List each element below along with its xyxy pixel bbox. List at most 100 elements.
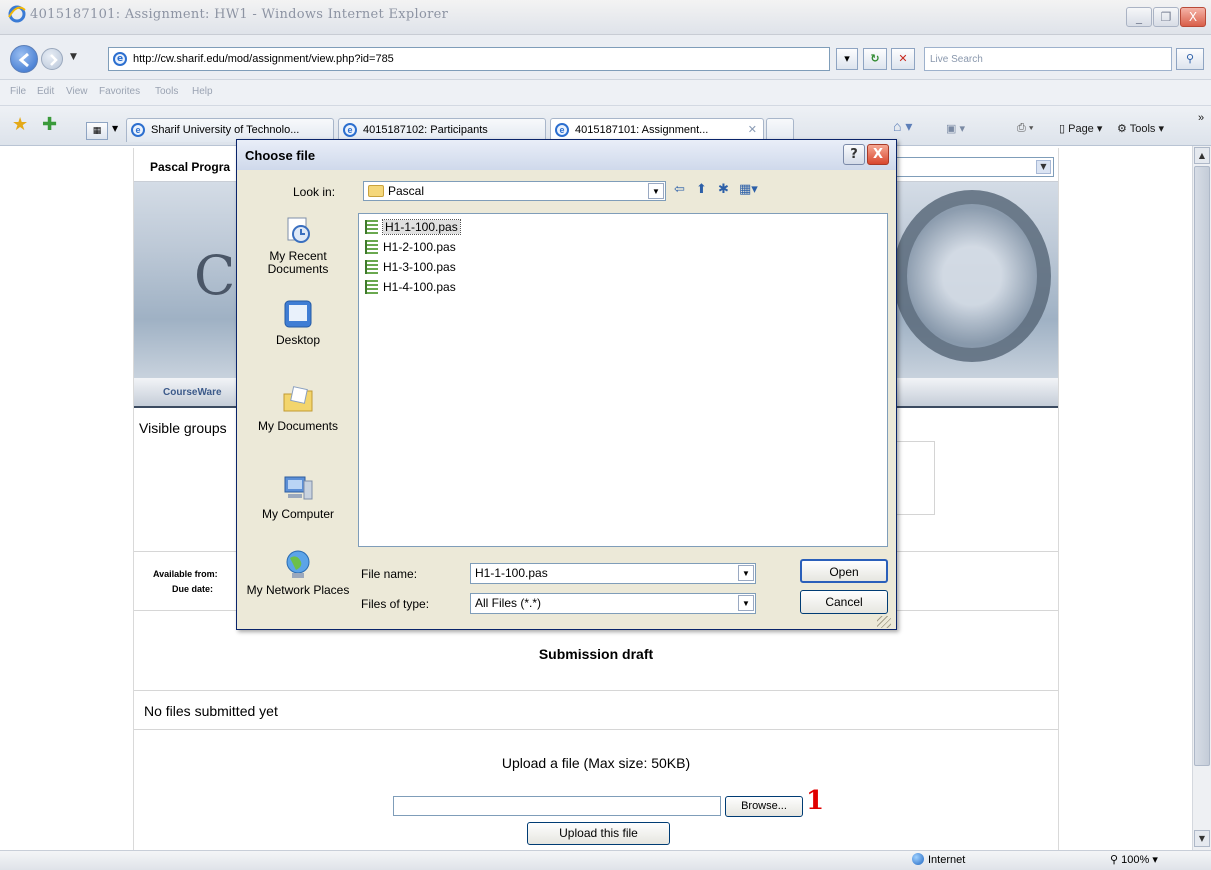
- minimize-button[interactable]: _: [1126, 7, 1152, 27]
- browse-button[interactable]: Browse...: [725, 796, 803, 817]
- file-item[interactable]: H1-2-100.pas: [363, 238, 456, 256]
- page-menu-label: Page: [1068, 123, 1094, 135]
- menu-favorites[interactable]: Favorites: [99, 86, 140, 97]
- globe-icon: [912, 853, 924, 865]
- tools-menu[interactable]: ⚙ Tools ▾: [1117, 122, 1164, 135]
- chevron-down-icon: ▼: [1036, 160, 1051, 174]
- pascal-file-icon: [365, 220, 378, 234]
- open-button[interactable]: Open: [800, 559, 888, 583]
- step-1-annotation: 1: [806, 786, 825, 816]
- place-my-computer[interactable]: My Computer: [243, 472, 353, 521]
- recent-pages-dropdown-icon[interactable]: ▼: [70, 52, 77, 62]
- home-icon[interactable]: ⌂ ▾: [893, 118, 912, 135]
- desktop-icon: [284, 300, 312, 328]
- page-scrollbar[interactable]: ▲ ▼: [1192, 146, 1211, 850]
- add-favorites-icon[interactable]: ✚: [42, 114, 57, 135]
- my-computer-icon: [284, 476, 313, 500]
- tools-menu-label: Tools: [1129, 123, 1156, 135]
- places-bar: My Recent Documents Desktop My Documents…: [243, 214, 353, 606]
- scroll-up-icon[interactable]: ▲: [1194, 147, 1210, 164]
- place-my-recent-documents[interactable]: My Recent Documents: [243, 214, 353, 276]
- tab-label: Sharif University of Technolo...: [151, 124, 300, 136]
- course-title: Pascal Progra: [150, 160, 231, 174]
- tab-label: 4015187102: Participants: [363, 124, 488, 136]
- place-my-network-places[interactable]: My Network Places: [243, 548, 353, 597]
- dialog-titlebar: Choose file ? X: [237, 140, 896, 170]
- close-tab-icon[interactable]: ✕: [748, 123, 757, 136]
- search-input[interactable]: Live Search: [924, 47, 1172, 71]
- page-icon: e: [131, 123, 145, 137]
- forward-button[interactable]: [41, 48, 63, 70]
- view-menu-icon[interactable]: ▦▾: [739, 182, 758, 197]
- help-button[interactable]: ?: [843, 144, 865, 165]
- address-dropdown-button[interactable]: ▾: [836, 48, 858, 70]
- file-item[interactable]: H1-3-100.pas: [363, 258, 456, 276]
- close-dialog-button[interactable]: X: [867, 144, 889, 165]
- file-name-value: H1-1-100.pas: [475, 566, 548, 580]
- up-folder-icon[interactable]: ⬆: [696, 182, 707, 197]
- cancel-button[interactable]: Cancel: [800, 590, 888, 614]
- search-icon[interactable]: ⚲: [1176, 48, 1204, 70]
- menu-file[interactable]: File: [10, 86, 26, 97]
- stop-icon[interactable]: ✕: [891, 48, 915, 70]
- recent-documents-icon: [287, 217, 310, 243]
- no-files-text: No files submitted yet: [144, 703, 278, 719]
- look-in-select[interactable]: Pascal ▼: [363, 181, 666, 201]
- files-of-type-value: All Files (*.*): [475, 596, 542, 610]
- restore-button[interactable]: ❐: [1153, 7, 1179, 27]
- file-path-input[interactable]: [393, 796, 721, 816]
- jump-to-select[interactable]: ▼: [896, 157, 1054, 177]
- menu-edit[interactable]: Edit: [37, 86, 54, 97]
- tab-list-dropdown-icon[interactable]: ▼: [112, 124, 118, 133]
- place-my-documents[interactable]: My Documents: [243, 384, 353, 433]
- file-list[interactable]: H1-1-100.pas H1-2-100.pas H1-3-100.pas H…: [358, 213, 888, 547]
- forward-arrow-icon: [50, 54, 58, 66]
- close-window-button[interactable]: X: [1180, 7, 1206, 27]
- visible-groups-label: Visible groups: [139, 420, 227, 436]
- place-label: My Computer: [261, 507, 335, 521]
- chevron-down-icon[interactable]: ▼: [738, 565, 754, 581]
- my-documents-icon: [283, 386, 313, 412]
- page-menu[interactable]: ▯ Page ▾: [1059, 122, 1102, 135]
- look-in-value: Pascal: [388, 184, 425, 198]
- quick-tabs-icon[interactable]: ▦: [86, 122, 108, 140]
- address-row: ▼ e http://cw.sharif.edu/mod/assignment/…: [0, 35, 1211, 80]
- dialog-title: Choose file: [245, 148, 316, 163]
- chevron-down-icon: ▼: [648, 183, 664, 199]
- place-desktop[interactable]: Desktop: [243, 298, 353, 347]
- folder-icon: [368, 185, 384, 197]
- description-box: [893, 441, 935, 515]
- university-seal-logo: [893, 190, 1051, 362]
- scrollbar-thumb[interactable]: [1194, 166, 1210, 766]
- back-button[interactable]: [10, 45, 38, 73]
- scroll-down-icon[interactable]: ▼: [1194, 830, 1210, 847]
- available-from-label: Available from:: [153, 569, 218, 579]
- refresh-icon[interactable]: ↻: [863, 48, 887, 70]
- new-folder-icon[interactable]: ✱: [718, 182, 729, 197]
- zoom-level[interactable]: ⚲ 100% ▾: [1110, 853, 1158, 866]
- search-placeholder: Live Search: [930, 54, 983, 65]
- file-name-field[interactable]: H1-1-100.pas ▼: [470, 563, 756, 584]
- pascal-file-icon: [365, 240, 378, 254]
- upload-file-button[interactable]: Upload this file: [527, 822, 670, 845]
- address-bar[interactable]: e http://cw.sharif.edu/mod/assignment/vi…: [108, 47, 830, 71]
- place-label: My Network Places: [246, 583, 350, 597]
- chevron-down-icon[interactable]: ▼: [738, 595, 754, 611]
- back-arrow-icon: [18, 52, 29, 68]
- favorites-star-icon[interactable]: ★: [12, 114, 28, 135]
- breadcrumb[interactable]: CourseWare: [163, 387, 222, 398]
- menu-help[interactable]: Help: [192, 86, 213, 97]
- files-of-type-select[interactable]: All Files (*.*) ▼: [470, 593, 756, 614]
- menu-view[interactable]: View: [66, 86, 88, 97]
- menu-tools[interactable]: Tools: [155, 86, 178, 97]
- menu-bar: File Edit View Favorites Tools Help: [0, 80, 1211, 106]
- pascal-file-icon: [365, 260, 378, 274]
- resize-grip[interactable]: [877, 616, 891, 628]
- back-folder-icon[interactable]: ⇦: [674, 182, 685, 197]
- feeds-icon[interactable]: ▣ ▾: [946, 122, 965, 135]
- file-item[interactable]: H1-1-100.pas: [363, 218, 461, 236]
- choose-file-dialog: Choose file ? X Look in: Pascal ▼ ⇦ ⬆ ✱ …: [236, 139, 897, 630]
- print-icon[interactable]: ⎙ ▾: [1017, 122, 1033, 135]
- toolbar-overflow-icon[interactable]: »: [1198, 112, 1204, 124]
- file-item[interactable]: H1-4-100.pas: [363, 278, 456, 296]
